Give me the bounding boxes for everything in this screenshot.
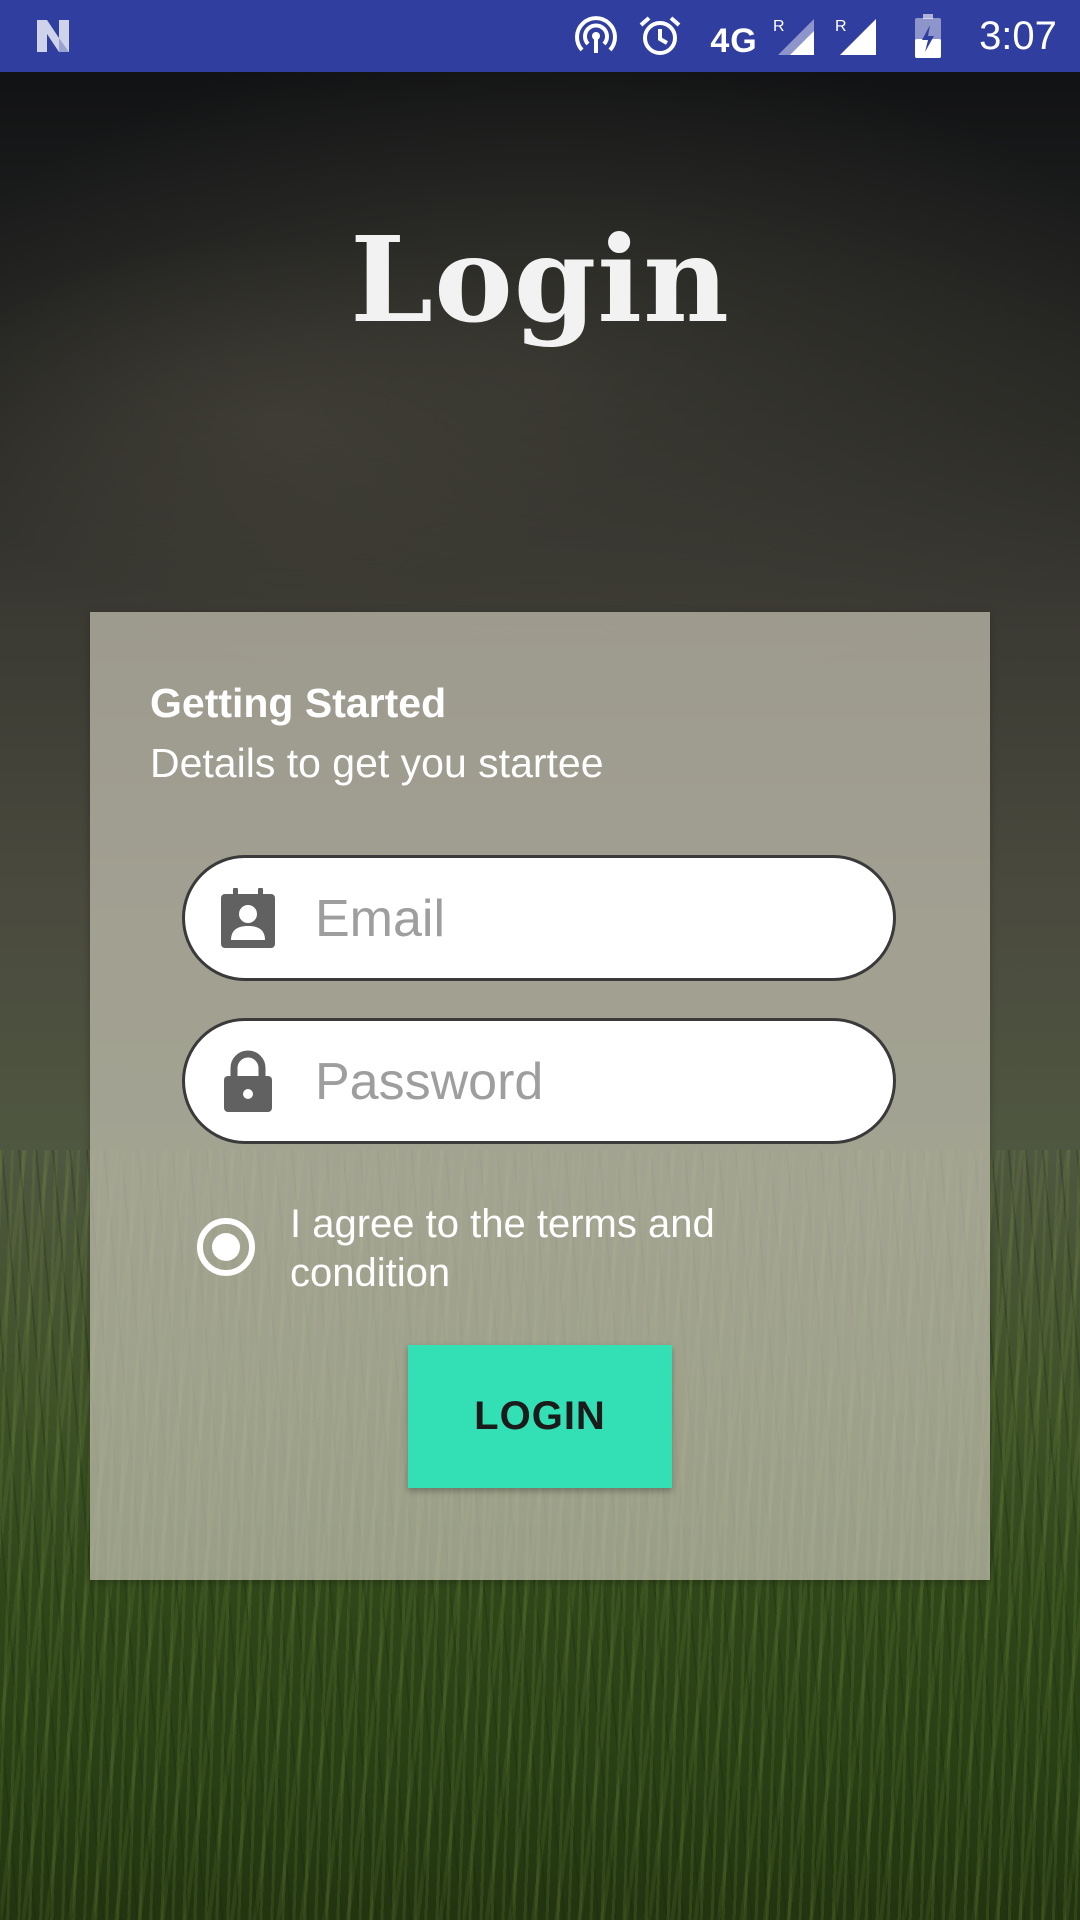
n-logo-icon xyxy=(28,0,78,72)
terms-radio-button[interactable] xyxy=(195,1216,257,1278)
card-heading: Getting Started xyxy=(150,680,447,726)
page-title: Login xyxy=(350,210,730,349)
alarm-icon xyxy=(634,0,686,72)
terms-label[interactable]: I agree to the terms and condition xyxy=(290,1200,810,1298)
signal-roaming-icon: R xyxy=(832,0,882,72)
password-input[interactable] xyxy=(313,1037,857,1127)
hotspot-icon xyxy=(570,0,622,72)
battery-charging-icon xyxy=(908,0,948,72)
login-button[interactable]: LOGIN xyxy=(408,1345,672,1488)
lock-icon xyxy=(219,1050,277,1113)
svg-text:R: R xyxy=(773,18,785,35)
login-screen: 4G R R 3:07 Login Getting Started Detail… xyxy=(0,0,1080,1920)
email-field[interactable] xyxy=(182,855,896,981)
status-bar: 4G R R 3:07 xyxy=(0,0,1080,72)
signal-roaming-icon: R xyxy=(770,0,820,72)
login-card: Getting Started Details to get you start… xyxy=(90,612,990,1580)
password-field[interactable] xyxy=(182,1018,896,1144)
svg-text:R: R xyxy=(835,18,847,35)
card-subheading: Details to get you startee xyxy=(150,740,604,786)
network-type-label: 4G xyxy=(710,21,758,60)
status-clock: 3:07 xyxy=(979,13,1057,58)
contact-card-icon xyxy=(219,888,277,950)
email-input[interactable] xyxy=(313,874,857,964)
